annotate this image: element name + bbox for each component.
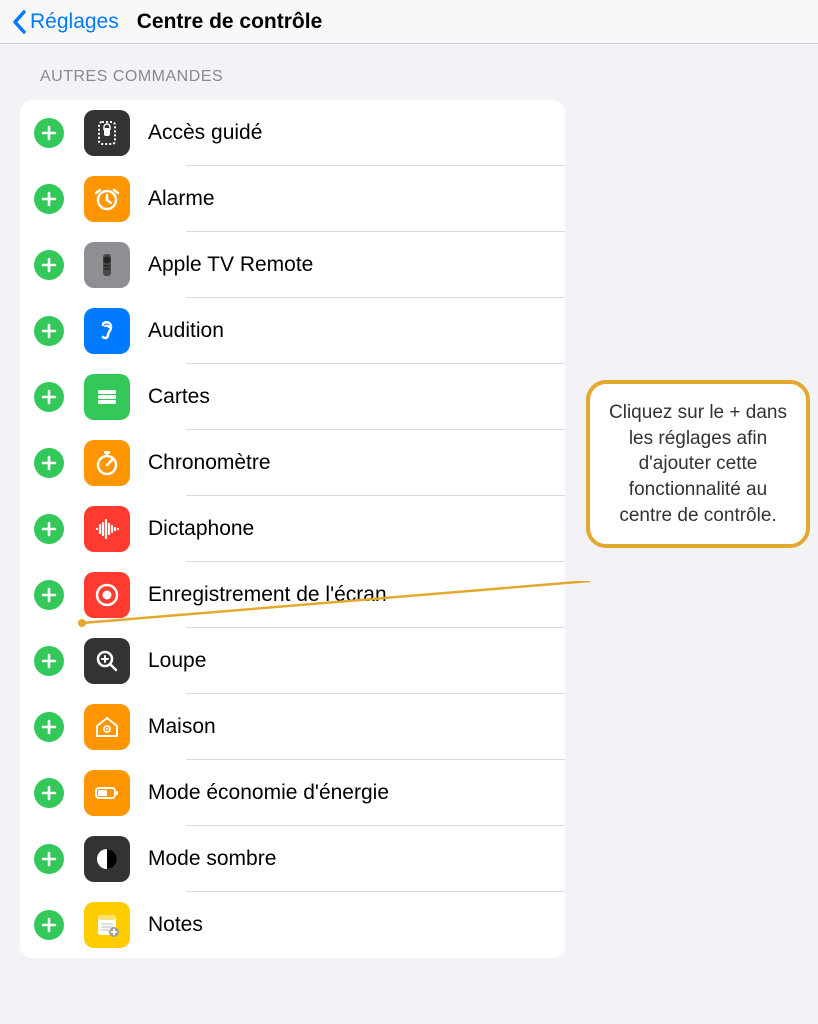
control-label: Loupe — [148, 649, 206, 673]
add-button-dictaphone[interactable] — [34, 514, 64, 544]
plus-icon — [41, 653, 57, 669]
control-label: Notes — [148, 913, 203, 937]
plus-icon — [41, 917, 57, 933]
control-row-mode-economie: Mode économie d'énergie — [20, 760, 565, 826]
plus-icon — [41, 323, 57, 339]
plus-icon — [41, 455, 57, 471]
stopwatch-icon — [84, 440, 130, 486]
record-icon — [84, 572, 130, 618]
plus-icon — [41, 587, 57, 603]
control-row-loupe: Loupe — [20, 628, 565, 694]
control-label: Mode économie d'énergie — [148, 781, 389, 805]
add-button-cartes[interactable] — [34, 382, 64, 412]
nav-header: Réglages Centre de contrôle — [0, 0, 818, 44]
add-button-alarme[interactable] — [34, 184, 64, 214]
guided-access-icon — [84, 110, 130, 156]
back-label: Réglages — [30, 10, 119, 34]
plus-icon — [41, 257, 57, 273]
add-button-acces-guide[interactable] — [34, 118, 64, 148]
alarm-icon — [84, 176, 130, 222]
add-button-maison[interactable] — [34, 712, 64, 742]
add-button-loupe[interactable] — [34, 646, 64, 676]
control-row-notes: Notes — [20, 892, 565, 958]
control-label: Chronomètre — [148, 451, 271, 475]
page-title: Centre de contrôle — [137, 10, 323, 34]
magnifier-icon — [84, 638, 130, 684]
darkmode-icon — [84, 836, 130, 882]
control-row-chronometre: Chronomètre — [20, 430, 565, 496]
control-row-alarme: Alarme — [20, 166, 565, 232]
add-button-mode-sombre[interactable] — [34, 844, 64, 874]
plus-icon — [41, 125, 57, 141]
control-row-maison: Maison — [20, 694, 565, 760]
control-label: Alarme — [148, 187, 215, 211]
callout-tooltip: Cliquez sur le + dans les réglages afin … — [586, 380, 810, 548]
chevron-left-icon — [12, 10, 26, 34]
home-icon — [84, 704, 130, 750]
add-button-apple-tv-remote[interactable] — [34, 250, 64, 280]
notes-icon — [84, 902, 130, 948]
add-button-audition[interactable] — [34, 316, 64, 346]
control-row-dictaphone: Dictaphone — [20, 496, 565, 562]
waveform-icon — [84, 506, 130, 552]
section-header: AUTRES COMMANDES — [0, 44, 818, 94]
add-button-chronometre[interactable] — [34, 448, 64, 478]
plus-icon — [41, 389, 57, 405]
more-controls-panel: Accès guidé Alarme Apple TV Remote Audition… — [20, 100, 565, 958]
add-button-notes[interactable] — [34, 910, 64, 940]
plus-icon — [41, 521, 57, 537]
ear-icon — [84, 308, 130, 354]
plus-icon — [41, 851, 57, 867]
control-label: Cartes — [148, 385, 210, 409]
remote-icon — [84, 242, 130, 288]
control-label: Apple TV Remote — [148, 253, 313, 277]
control-label: Mode sombre — [148, 847, 276, 871]
back-button[interactable]: Réglages — [12, 10, 119, 34]
wallet-icon — [84, 374, 130, 420]
battery-icon — [84, 770, 130, 816]
control-label: Maison — [148, 715, 216, 739]
plus-icon — [41, 191, 57, 207]
control-row-cartes: Cartes — [20, 364, 565, 430]
control-row-audition: Audition — [20, 298, 565, 364]
add-button-enregistrement-ecran[interactable] — [34, 580, 64, 610]
control-label: Accès guidé — [148, 121, 262, 145]
plus-icon — [41, 719, 57, 735]
add-button-mode-economie[interactable] — [34, 778, 64, 808]
control-row-acces-guide: Accès guidé — [20, 100, 565, 166]
control-label: Audition — [148, 319, 224, 343]
control-row-apple-tv-remote: Apple TV Remote — [20, 232, 565, 298]
control-label: Dictaphone — [148, 517, 254, 541]
plus-icon — [41, 785, 57, 801]
control-row-mode-sombre: Mode sombre — [20, 826, 565, 892]
control-label: Enregistrement de l'écran — [148, 583, 387, 607]
control-row-enregistrement-ecran: Enregistrement de l'écran — [20, 562, 565, 628]
